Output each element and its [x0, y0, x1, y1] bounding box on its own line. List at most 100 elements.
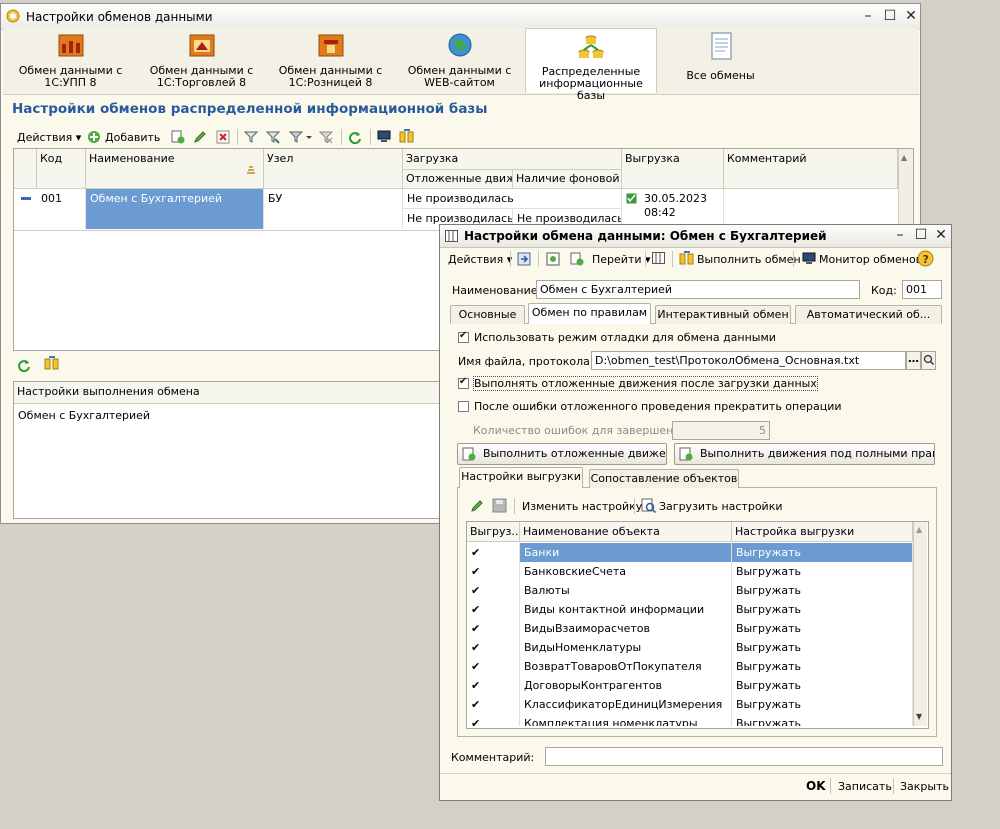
close-button[interactable]: ✕ — [903, 9, 919, 25]
name-field[interactable]: Обмен с Бухгалтерией — [536, 280, 860, 299]
debug-mode-checkbox[interactable] — [458, 330, 469, 343]
maximize-button[interactable]: ☐ — [882, 9, 898, 25]
save-icon[interactable] — [492, 498, 507, 513]
help-icon[interactable]: ? — [917, 250, 934, 267]
unload-check[interactable]: ✔ — [467, 657, 520, 676]
tab-retail[interactable]: Обмен данными с 1С:Розницей 8 — [267, 28, 394, 92]
col-comment[interactable]: Комментарий — [724, 149, 898, 189]
monitor-icon[interactable] — [802, 252, 816, 266]
refresh-settings-icon[interactable] — [17, 358, 31, 372]
dialog-minimize-button[interactable]: – — [892, 228, 908, 244]
dialog-close-button[interactable]: ✕ — [933, 228, 949, 244]
unload-check[interactable]: ✔ — [467, 581, 520, 600]
unload-check[interactable]: ✔ — [467, 600, 520, 619]
unload-check[interactable]: ✔ — [467, 638, 520, 657]
filter-icon[interactable] — [244, 130, 258, 144]
log-file-field[interactable]: D:\obmen_test\ПротоколОбмена_Основная.tx… — [591, 351, 906, 370]
table-row[interactable]: ✔ ВидыВзаиморасчетов Выгружать — [467, 619, 913, 638]
col-load-deferred[interactable]: Отложенные движ... — [403, 170, 513, 189]
dialog-actions-menu[interactable]: Действия ▾ — [448, 253, 512, 266]
tab-main[interactable]: Основные — [450, 305, 525, 324]
tab-upp[interactable]: Обмен данными с 1С:УПП 8 — [5, 28, 136, 92]
table-row[interactable]: ✔ Валюты Выгружать — [467, 581, 913, 600]
tab-web[interactable]: Обмен данными с WEB-сайтом — [394, 28, 525, 92]
table-row[interactable]: ✔ КлассификаторЕдиницИзмерения Выгружать — [467, 695, 913, 714]
monitor-icon[interactable] — [377, 130, 391, 144]
col-name[interactable]: Наименование — [86, 149, 264, 189]
tab-distributed[interactable]: Распределенные информационные базы — [525, 28, 657, 102]
filter-list-icon[interactable] — [289, 130, 313, 144]
table-row[interactable]: ✔ Виды контактной информации Выгружать — [467, 600, 913, 619]
table-row[interactable]: ✔ Банки Выгружать — [467, 543, 913, 562]
delete-icon[interactable] — [216, 130, 230, 144]
tab-unload-settings[interactable]: Настройки выгрузки — [459, 467, 583, 488]
search-icon[interactable] — [921, 351, 936, 370]
columns-icon[interactable] — [652, 252, 665, 264]
deferred-after-load-checkbox[interactable] — [458, 376, 469, 389]
error-count-field[interactable]: 5 — [672, 421, 770, 440]
goto-menu[interactable]: Перейти ▾ — [592, 253, 651, 266]
col-unload[interactable]: Выгрузка — [622, 149, 724, 189]
add-button[interactable]: Добавить — [105, 131, 160, 144]
edit-icon[interactable] — [470, 499, 484, 513]
copy-icon[interactable] — [171, 130, 185, 144]
execute-settings-icon[interactable] — [44, 356, 60, 372]
unload-check[interactable]: ✔ — [467, 714, 520, 726]
col-load-background[interactable]: Наличие фоновой ... — [513, 170, 622, 189]
unload-check[interactable]: ✔ — [467, 562, 520, 581]
tab-trade[interactable]: Обмен данными с 1С:Торговлей 8 — [136, 28, 267, 92]
scroll-up-icon[interactable]: ▲ — [916, 525, 922, 534]
table-row[interactable]: ✔ ВидыНоменклатуры Выгружать — [467, 638, 913, 657]
load-settings-button[interactable]: Загрузить настройки — [659, 500, 783, 513]
tab-all[interactable]: Все обмены — [655, 28, 786, 92]
comment-field[interactable] — [545, 747, 943, 766]
monitor-button[interactable]: Монитор обменов — [819, 253, 922, 266]
tab-object-mapping[interactable]: Сопоставление объектов — [589, 469, 739, 488]
tab-automatic[interactable]: Автоматический об... — [795, 305, 942, 324]
refresh-icon[interactable] — [348, 130, 362, 144]
browse-button[interactable]: … — [906, 351, 921, 370]
copy-settings-icon[interactable] — [570, 252, 584, 266]
col-unload-setting[interactable]: Настройка выгрузки — [732, 522, 913, 542]
stop-on-error-checkbox[interactable] — [458, 401, 469, 412]
table-row[interactable]: ✔ ДоговорыКонтрагентов Выгружать — [467, 676, 913, 695]
execute-exchange-icon[interactable] — [399, 129, 415, 145]
unload-check[interactable]: ✔ — [467, 695, 520, 714]
cell-load: Не производилась — [403, 189, 622, 209]
save-button[interactable]: Записать — [838, 780, 892, 793]
execute-exchange-icon[interactable] — [679, 251, 695, 267]
tab-interactive[interactable]: Интерактивный обмен — [655, 305, 791, 324]
unload-check[interactable]: ✔ — [467, 676, 520, 695]
dialog-maximize-button[interactable]: ☐ — [913, 228, 929, 244]
edit-icon[interactable] — [193, 130, 207, 144]
objects-scrollbar[interactable]: ▲ ▼ — [913, 522, 927, 726]
code-field[interactable]: 001 — [902, 280, 942, 299]
tab-rules[interactable]: Обмен по правилам — [528, 303, 651, 324]
scroll-down-icon[interactable]: ▼ — [916, 712, 922, 721]
register-icon[interactable] — [546, 252, 560, 266]
minimize-button[interactable]: – — [860, 9, 876, 25]
exec-settings-row[interactable]: Обмен с Бухгалтерией — [18, 409, 150, 422]
table-row[interactable]: ✔ Комплектация номенклатуры Выгружать — [467, 714, 913, 726]
unload-check[interactable]: ✔ — [467, 543, 520, 562]
filter-value-icon[interactable] — [266, 130, 280, 144]
success-icon — [626, 193, 637, 204]
col-object-name[interactable]: Наименование объекта — [520, 522, 732, 542]
col-load[interactable]: Загрузка — [403, 149, 622, 170]
clear-filter-icon[interactable] — [319, 130, 333, 144]
close-dialog-button[interactable]: Закрыть — [900, 780, 949, 793]
table-row[interactable]: ✔ ВозвратТоваровОтПокупателя Выгружать — [467, 657, 913, 676]
col-node[interactable]: Узел — [264, 149, 403, 189]
col-code[interactable]: Код — [37, 149, 86, 189]
table-row[interactable]: ✔ БанковскиеСчета Выгружать — [467, 562, 913, 581]
scroll-up-icon[interactable]: ▲ — [901, 153, 907, 162]
execute-full-rights-button[interactable]: Выполнить движения под полными правами..… — [674, 443, 935, 465]
col-unload-flag[interactable]: Выгруз... — [467, 522, 520, 542]
ok-button[interactable]: OK — [806, 779, 826, 793]
actions-menu[interactable]: Действия ▾ — [17, 131, 81, 144]
unload-check[interactable]: ✔ — [467, 619, 520, 638]
change-setting-button[interactable]: Изменить настройку — [522, 500, 642, 513]
execute-deferred-button[interactable]: Выполнить отложенные движения... — [457, 443, 667, 465]
save-close-icon[interactable] — [517, 252, 531, 266]
execute-exchange-button[interactable]: Выполнить обмен — [697, 253, 801, 266]
